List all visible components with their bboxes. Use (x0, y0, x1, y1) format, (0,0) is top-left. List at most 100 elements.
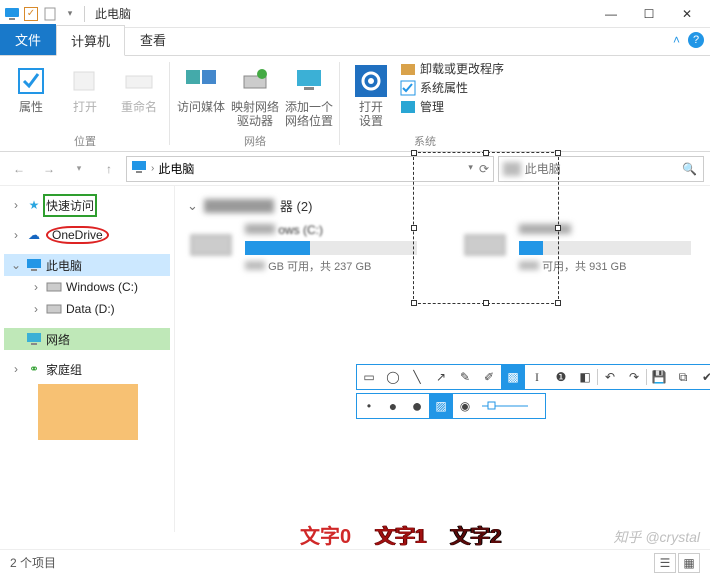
text-tool-icon[interactable]: I (525, 365, 549, 389)
drive-c[interactable]: ows (C:) GB 可用，共 237 GB (187, 223, 417, 274)
uninstall-button[interactable]: 卸载或更改程序 (400, 60, 504, 77)
pc-icon (26, 257, 42, 273)
expand-icon[interactable]: › (30, 302, 42, 316)
tree-label: 此电脑 (46, 257, 82, 274)
drive-icon (187, 223, 235, 263)
collapse-ribbon-icon[interactable]: ˄ (673, 33, 680, 47)
nav-tree[interactable]: › ★ 快速访问 › ☁ OneDrive ⌄ 此电脑 › Windows (C… (0, 186, 175, 532)
marker-tool-icon[interactable]: ✐ (477, 365, 501, 389)
view-details-icon[interactable]: ☰ (654, 553, 676, 573)
expand-icon[interactable]: › (10, 228, 22, 242)
dropdown-icon[interactable]: ▾ (468, 162, 473, 176)
tree-homegroup[interactable]: › ⚭ 家庭组 (4, 358, 170, 380)
ribbon-tabs: 文件 计算机 查看 ˄ ? (0, 28, 710, 56)
sysprops-button[interactable]: 系统属性 (400, 79, 504, 96)
done-icon[interactable]: ✔ (695, 365, 710, 389)
window-buttons: — ☐ ✕ (592, 0, 706, 28)
size-small-icon[interactable]: • (357, 394, 381, 418)
minimize-button[interactable]: — (592, 0, 630, 28)
undo-icon[interactable]: ↶ (598, 365, 622, 389)
annot-tools-row: ▭ ◯ ╲ ↗ ✎ ✐ ▩ I ❶ ◧ ↶ ↷ 💾 ⧉ ✔ (356, 364, 710, 390)
close-button[interactable]: ✕ (668, 0, 706, 28)
arrow-tool-icon[interactable]: ↗ (429, 365, 453, 389)
mapdrive-button[interactable]: 映射网络 驱动器 (230, 60, 280, 129)
expand-icon[interactable]: › (10, 198, 22, 212)
refresh-icon[interactable]: ⟳ (479, 162, 489, 176)
copy-icon[interactable]: ⧉ (671, 365, 695, 389)
manage-button[interactable]: 管理 (400, 98, 504, 115)
pattern-blur-icon[interactable]: ◉ (453, 394, 477, 418)
media-button[interactable]: 访问媒体 (176, 60, 226, 129)
chevron-right-icon[interactable]: › (151, 163, 154, 174)
tree-network[interactable]: 网络 (4, 328, 170, 350)
view-tiles-icon[interactable]: ▦ (678, 553, 700, 573)
section-title: 器 (2) (280, 196, 313, 215)
props-label: 属性 (19, 100, 43, 114)
qat-check-icon[interactable]: ✓ (24, 7, 38, 21)
search-box[interactable]: 🔍 (498, 156, 704, 182)
back-button[interactable]: ← (6, 156, 32, 182)
size-large-icon[interactable]: ● (405, 394, 429, 418)
address-bar[interactable]: › 此电脑 ▾ ⟳ (126, 156, 494, 182)
addloc-button[interactable]: 添加一个 网络位置 (284, 60, 334, 129)
qat-dropdown-icon[interactable]: ▾ (62, 6, 78, 22)
sysprops-label: 系统属性 (420, 79, 468, 96)
pattern-mosaic-icon[interactable]: ▨ (429, 394, 453, 418)
ribbon-group-location: 属性 打开 重命名 位置 (0, 56, 170, 151)
expand-icon[interactable]: › (30, 280, 42, 294)
qat-doc-icon[interactable] (42, 6, 58, 22)
gear-icon (354, 64, 388, 98)
tree-onedrive[interactable]: › ☁ OneDrive (4, 224, 170, 246)
breadcrumb[interactable]: 此电脑 (158, 160, 194, 177)
bottom-annotations: 文字0 文字1 文字2 (300, 520, 501, 549)
redo-icon[interactable]: ↷ (622, 365, 646, 389)
forward-button[interactable]: → (36, 156, 62, 182)
drive-icon (461, 223, 509, 263)
pen-tool-icon[interactable]: ✎ (453, 365, 477, 389)
tab-computer[interactable]: 计算机 (56, 25, 125, 56)
mosaic-tool-icon[interactable]: ▩ (501, 365, 525, 389)
up-button[interactable]: ↑ (96, 156, 122, 182)
collapse-icon[interactable]: ⌄ (187, 198, 198, 214)
tab-view[interactable]: 查看 (125, 24, 181, 55)
star-icon: ★ (26, 197, 42, 213)
tree-thispc[interactable]: ⌄ 此电脑 (4, 254, 170, 276)
mapdrive-label: 映射网络 驱动器 (231, 100, 279, 129)
open-settings-button[interactable]: 打开 设置 (346, 60, 396, 129)
recent-dropdown[interactable]: ▾ (66, 156, 92, 182)
section-header[interactable]: ⌄ 器 (2) (187, 196, 698, 215)
tree-drive-c[interactable]: › Windows (C:) (4, 276, 170, 298)
eraser-tool-icon[interactable]: ◧ (573, 365, 597, 389)
maximize-button[interactable]: ☐ (630, 0, 668, 28)
media-label: 访问媒体 (177, 100, 225, 114)
tree-label: 网络 (46, 331, 70, 348)
drive-icon (46, 279, 62, 295)
number-tool-icon[interactable]: ❶ (549, 365, 573, 389)
line-tool-icon[interactable]: ╲ (405, 365, 429, 389)
drive-net-icon (238, 64, 272, 98)
group-label-location: 位置 (0, 133, 170, 149)
open-button[interactable]: 打开 (60, 60, 110, 114)
expand-icon[interactable]: › (10, 362, 22, 376)
slider-icon[interactable] (477, 394, 533, 418)
ellipse-tool-icon[interactable]: ◯ (381, 365, 405, 389)
collapse-icon[interactable]: ⌄ (10, 258, 22, 272)
drive-d[interactable]: 可用，共 931 GB (461, 223, 691, 274)
content-pane[interactable]: ⌄ 器 (2) ows (C:) GB 可用，共 237 GB 可用，共 931… (175, 186, 710, 532)
tree-drive-d[interactable]: › Data (D:) (4, 298, 170, 320)
status-bar: 2 个项目 ☰ ▦ (0, 549, 710, 575)
save-icon[interactable]: 💾 (647, 365, 671, 389)
rename-button[interactable]: 重命名 (114, 60, 164, 114)
tree-quick-access[interactable]: › ★ 快速访问 (4, 194, 170, 216)
tab-file[interactable]: 文件 (0, 24, 56, 55)
ribbon-group-system: 打开 设置 卸载或更改程序 系统属性 管理 系统 (340, 56, 510, 151)
size-med-icon[interactable]: ● (381, 394, 405, 418)
search-icon[interactable]: 🔍 (682, 162, 697, 176)
props-button[interactable]: 属性 (6, 60, 56, 114)
rect-tool-icon[interactable]: ▭ (357, 365, 381, 389)
item-count: 2 个项目 (10, 554, 56, 571)
search-input[interactable] (525, 162, 699, 176)
help-icon[interactable]: ? (688, 32, 704, 48)
annotation-orange-box (38, 384, 138, 440)
tree-label: Data (D:) (66, 302, 115, 316)
